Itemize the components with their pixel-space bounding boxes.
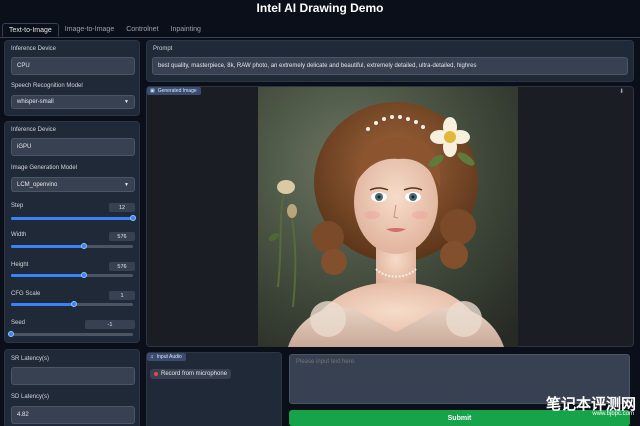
tab-image-to-image[interactable]: Image-to-Image: [59, 23, 120, 37]
height-label: Height: [11, 262, 29, 268]
seed-slider[interactable]: [8, 331, 133, 337]
tab-controlnet[interactable]: Controlnet: [120, 23, 164, 37]
cfg-scale-slider[interactable]: [11, 301, 133, 307]
step-value[interactable]: 12: [109, 203, 135, 212]
tab-text-to-image[interactable]: Text-to-Image: [2, 23, 59, 37]
microphone-icon: ♫: [150, 354, 154, 360]
audio-label-text: Input Audio: [156, 354, 182, 360]
image-device-field[interactable]: iGPU: [11, 138, 135, 156]
speech-device-field[interactable]: CPU: [11, 57, 135, 75]
output-label: ▣ Generated Image: [147, 87, 201, 95]
height-slider[interactable]: [11, 272, 133, 278]
image-model-select[interactable]: LCM_openvino ▼: [11, 177, 135, 192]
download-icon[interactable]: ⬇: [619, 88, 626, 95]
width-slider[interactable]: [11, 243, 133, 249]
image-settings-panel: Inference Device iGPU Image Generation M…: [4, 121, 140, 343]
audio-panel: [146, 352, 282, 426]
record-icon: [154, 372, 158, 376]
image-model-value: LCM_openvino: [17, 181, 58, 188]
cfg-scale-label: CFG Scale: [11, 291, 41, 297]
tab-divider: [0, 37, 640, 38]
image-icon: ▣: [150, 88, 155, 94]
latency-panel: SR Latency(s) SD Latency(s) 4.82: [4, 349, 140, 426]
speech-model-value: whisper-small: [17, 99, 54, 105]
record-label: Record from microphone: [161, 371, 228, 377]
speech-model-select[interactable]: whisper-small ▼: [11, 95, 135, 109]
record-microphone-button[interactable]: Record from microphone: [150, 369, 232, 379]
speech-device-label: Inference Device: [11, 46, 57, 52]
chevron-down-icon: ▼: [124, 99, 129, 105]
step-label: Step: [11, 203, 24, 209]
generated-portrait-picture: [258, 87, 518, 347]
sr-latency-field: [11, 367, 135, 385]
prompt-panel: Prompt best quality, masterpiece, 8k, RA…: [146, 40, 634, 82]
speech-settings-panel: Inference Device CPU Speech Recognition …: [4, 40, 140, 116]
width-value[interactable]: 576: [109, 232, 135, 241]
generated-image: [258, 87, 518, 347]
cfg-scale-value[interactable]: 1: [109, 291, 135, 300]
height-value[interactable]: 576: [109, 262, 135, 271]
seed-value[interactable]: -1: [85, 320, 135, 329]
sd-latency-label: SD Latency(s): [11, 394, 50, 400]
prompt-input[interactable]: best quality, masterpiece, 8k, RAW photo…: [152, 57, 628, 75]
tab-bar: Text-to-Image Image-to-Image Controlnet …: [2, 23, 207, 38]
image-device-label: Inference Device: [11, 127, 57, 133]
step-slider[interactable]: [11, 215, 136, 221]
speech-model-label: Speech Recognition Model: [11, 83, 83, 89]
sd-latency-field: 4.82: [11, 406, 135, 424]
app-title: Intel AI Drawing Demo: [256, 1, 384, 15]
sr-latency-label: SR Latency(s): [11, 356, 50, 362]
image-model-label: Image Generation Model: [11, 165, 78, 171]
watermark-url: www.bjbpc.com: [592, 411, 634, 417]
chevron-down-icon: ▼: [124, 181, 129, 188]
width-label: Width: [11, 232, 27, 238]
audio-label: ♫ Input Audio: [147, 353, 186, 361]
prompt-label: Prompt: [153, 46, 173, 52]
output-label-text: Generated Image: [157, 88, 197, 94]
tab-inpainting[interactable]: Inpainting: [165, 23, 207, 37]
seed-label: Seed: [11, 320, 26, 326]
